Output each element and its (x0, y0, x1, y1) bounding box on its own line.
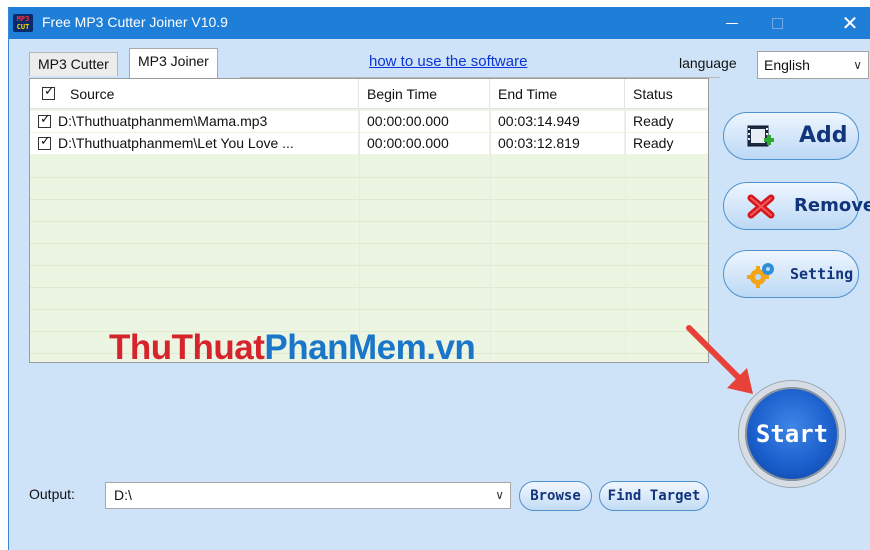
column-gridline (359, 109, 360, 362)
row-end-time: 00:03:12.819 (490, 133, 625, 154)
add-button[interactable]: Add (723, 112, 859, 160)
column-header-source[interactable]: Source (30, 79, 359, 109)
close-button[interactable]: ✕ (827, 7, 870, 39)
row-end-time: 00:03:14.949 (490, 111, 625, 132)
add-button-label: Add (799, 123, 848, 148)
close-icon: ✕ (841, 11, 859, 35)
browse-button[interactable]: Browse (519, 481, 592, 511)
app-window: MP3 CUT Free MP3 Cutter Joiner V10.9 ✕ M… (8, 7, 870, 550)
maximize-button[interactable] (755, 7, 801, 39)
row-status: Ready (633, 135, 674, 151)
row-gridline (30, 309, 708, 310)
row-source: D:\Thuthuatphanmem\Mama.mp3 (52, 111, 359, 132)
gear-icon (747, 263, 774, 288)
row-gridline (30, 199, 708, 200)
row-source: D:\Thuthuatphanmem\Let You Love ... (52, 133, 359, 154)
setting-button-label: Setting (790, 265, 854, 283)
setting-button[interactable]: Setting (723, 250, 859, 298)
minimize-icon (726, 23, 738, 24)
row-checkbox[interactable] (38, 112, 51, 128)
language-select[interactable]: English ∨ (757, 51, 869, 79)
how-to-use-link[interactable]: how to use the software (369, 53, 527, 70)
row-begin-time: 00:00:00.000 (359, 133, 490, 154)
maximize-icon (772, 18, 783, 29)
column-header-end-time[interactable]: End Time (490, 79, 625, 109)
language-label: language (679, 55, 737, 71)
remove-button[interactable]: Remove (723, 182, 870, 230)
row-begin-time: 00:00:00.000 (359, 111, 490, 132)
row-checkbox[interactable] (38, 134, 51, 150)
watermark-part-2: PhanMem.vn (264, 328, 476, 367)
app-logo-top-text: MP3 (16, 15, 30, 23)
remove-x-icon (747, 194, 775, 219)
chevron-down-icon: ∨ (495, 488, 504, 502)
chevron-down-icon: ∨ (853, 58, 862, 72)
table-row[interactable]: D:\Thuthuatphanmem\Mama.mp3 00:00:00.000… (30, 111, 708, 132)
add-file-icon (747, 125, 774, 147)
minimize-button[interactable] (709, 7, 755, 39)
column-header-status[interactable]: Status (625, 79, 708, 109)
app-logo-bottom-text: CUT (16, 23, 30, 31)
column-gridline (625, 109, 626, 362)
app-logo-icon: MP3 CUT (13, 14, 33, 32)
list-header: Source Begin Time End Time Status (30, 79, 708, 109)
table-row[interactable]: D:\Thuthuatphanmem\Let You Love ... 00:0… (30, 133, 708, 154)
start-button-label: Start (755, 420, 829, 448)
row-gridline (30, 287, 708, 288)
title-bar[interactable]: MP3 CUT Free MP3 Cutter Joiner V10.9 ✕ (9, 7, 870, 39)
watermark-text: ThuThuatPhanMem.vn (109, 328, 476, 368)
select-all-checkbox[interactable] (42, 84, 55, 100)
remove-button-label: Remove (794, 195, 870, 216)
column-header-begin-time[interactable]: Begin Time (359, 79, 490, 109)
row-gridline (30, 221, 708, 222)
find-target-button[interactable]: Find Target (599, 481, 709, 511)
start-button[interactable]: Start (739, 381, 845, 487)
column-gridline (490, 109, 491, 362)
output-path-value: D:\ (114, 487, 132, 503)
output-path-field[interactable]: D:\ ∨ (105, 482, 511, 509)
tab-mp3-cutter[interactable]: MP3 Cutter (29, 52, 118, 76)
window-title: Free MP3 Cutter Joiner V10.9 (42, 14, 228, 30)
output-label: Output: (29, 486, 75, 502)
file-list[interactable]: Source Begin Time End Time Status D:\Thu… (29, 78, 709, 363)
row-gridline (30, 265, 708, 266)
tab-mp3-joiner[interactable]: MP3 Joiner (129, 48, 218, 78)
row-status: Ready (633, 113, 674, 129)
language-selected-value: English (764, 57, 810, 73)
row-gridline (30, 177, 708, 178)
watermark-part-1: ThuThuat (109, 328, 265, 367)
row-gridline (30, 243, 708, 244)
